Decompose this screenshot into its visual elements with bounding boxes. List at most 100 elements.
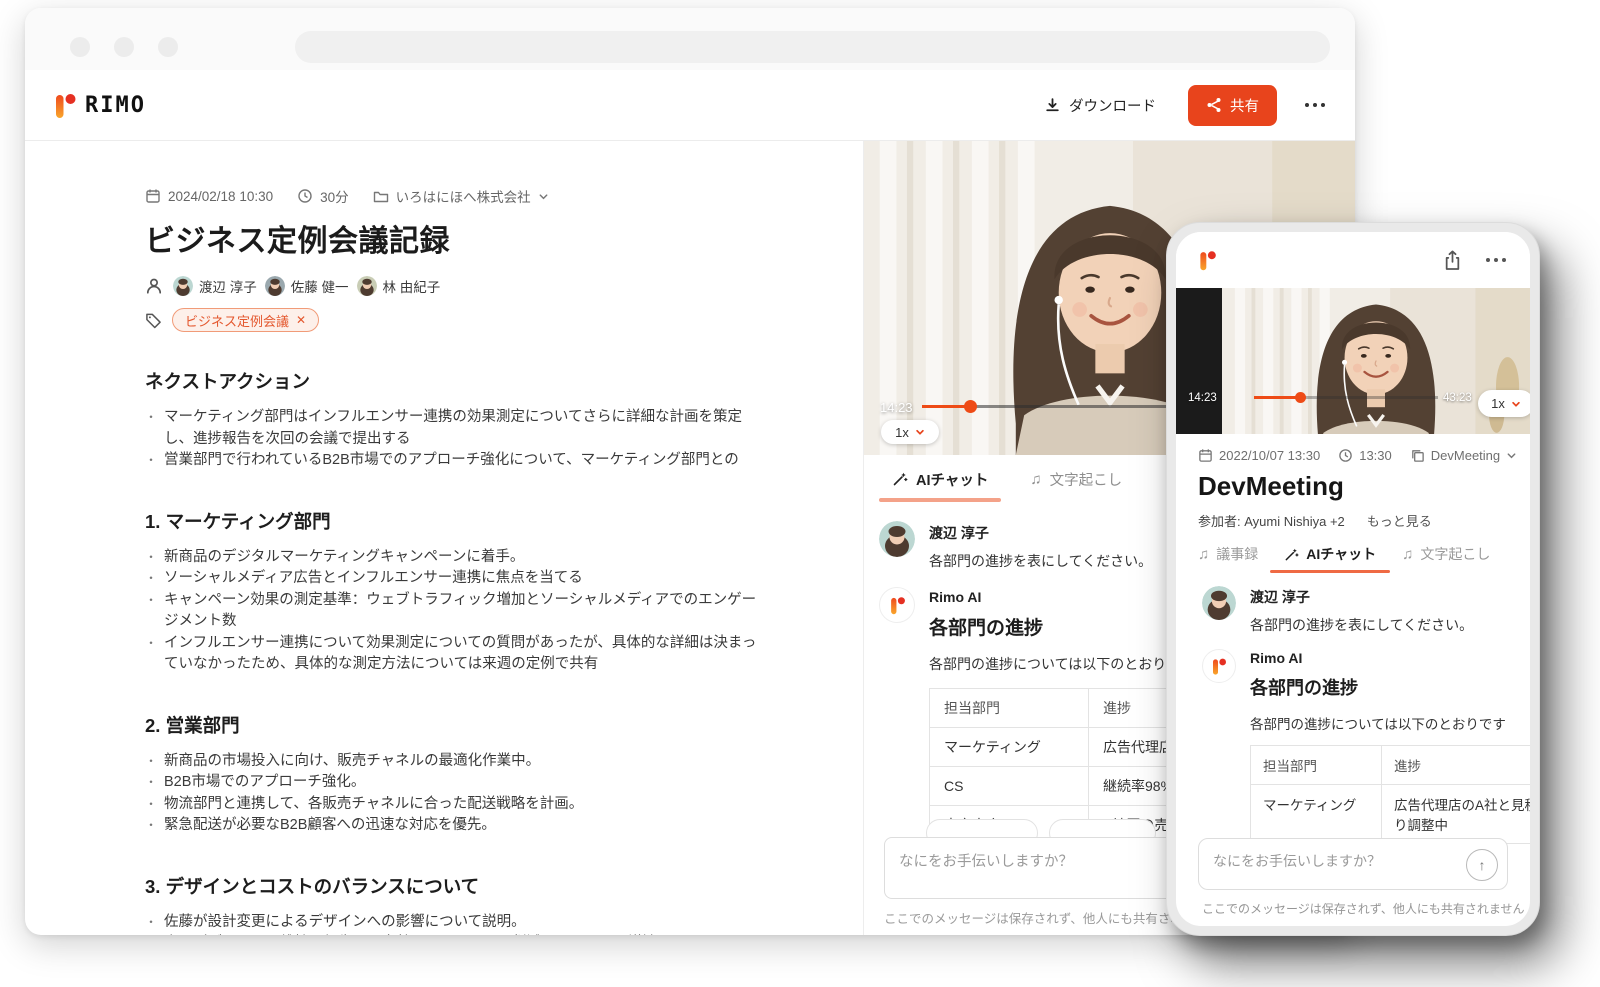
show-more-link[interactable]: もっと見る: [1367, 511, 1432, 530]
participant-name: 林 由紀子: [383, 276, 441, 296]
progress-fill: [1254, 396, 1300, 399]
music-note-icon: ♫: [1198, 547, 1209, 562]
section-heading: ネクストアクション: [145, 368, 760, 394]
table-header-cell: 進捗: [1382, 746, 1531, 785]
app-header: RIMO ダウンロード: [25, 70, 1355, 141]
section-heading: 2. 営業部門: [145, 712, 760, 738]
speed-value: 1x: [1491, 396, 1505, 411]
avatar: [265, 276, 285, 296]
playback-time: 14:23: [880, 400, 913, 415]
tag-icon: [145, 312, 162, 329]
speed-value: 1x: [895, 425, 909, 440]
magic-wand-icon: [892, 471, 908, 487]
chevron-down-icon[interactable]: [538, 191, 549, 202]
meeting-org[interactable]: いろはにほへ株式会社: [396, 186, 531, 206]
download-icon: [1044, 97, 1061, 114]
bullet-item: 山田がデザインの維持を優先する方針を示し、コスト削減のバランスを議論。: [145, 933, 760, 935]
bullet-list: 新商品のデジタルマーケティングキャンペーンに着手。ソーシャルメディア広告とインフ…: [145, 547, 760, 676]
tag-remove-icon[interactable]: ✕: [296, 313, 306, 327]
rimo-ai-avatar: [879, 587, 915, 623]
table-row: マーケティング 広告代理店のA社と見積もり調整中: [1251, 785, 1531, 844]
progress-fill: [922, 405, 970, 408]
person-icon: [145, 277, 163, 295]
mobile-device: 14:23 43:23 1x: [1166, 222, 1540, 936]
playback-speed-button[interactable]: 1x: [881, 420, 939, 444]
page-title: ビジネス定例会議記録: [145, 216, 760, 260]
clock-icon: [1338, 448, 1353, 463]
playback-speed-button[interactable]: 1x: [1478, 390, 1530, 417]
bullet-item: キャンペーン効果の測定基準：ウェブトラフィック増加とソーシャルメディアでのエンゲ…: [145, 590, 760, 633]
more-menu-button[interactable]: [1484, 252, 1508, 268]
message-author: 渡辺 淳子: [1250, 587, 1473, 607]
meeting-duration: 30分: [320, 186, 349, 206]
share-ios-icon[interactable]: [1443, 250, 1462, 271]
calendar-icon: [145, 188, 161, 204]
tab-label: AIチャット: [1306, 544, 1376, 564]
tab-transcript[interactable]: ♫ 文字起こし: [1402, 544, 1490, 564]
bullet-item: インフルエンサー連携について効果測定についての質問があったが、具体的な詳細は決ま…: [145, 633, 760, 676]
rimo-logo-icon[interactable]: [1198, 248, 1217, 272]
more-menu-button[interactable]: [1303, 97, 1327, 113]
bullet-item: ソーシャルメディア広告とインフルエンサー連携に焦点を当てる: [145, 568, 760, 590]
tab-label: 文字起こし: [1420, 544, 1490, 564]
table-cell: CS: [930, 767, 1089, 806]
document-section: 2. 営業部門 新商品の市場投入に向け、販売チャネルの最適化作業中。B2B市場で…: [145, 712, 760, 837]
window-control-dot[interactable]: [158, 37, 178, 57]
tab-ai-chat[interactable]: AIチャット: [892, 469, 988, 490]
table-body: マーケティング 広告代理店のA社と見積もり調整中: [1251, 785, 1531, 844]
page: RIMO ダウンロード: [0, 0, 1600, 987]
document-section: 1. マーケティング部門 新商品のデジタルマーケティングキャンペーンに着手。ソー…: [145, 508, 760, 676]
bullet-item: 新商品の市場投入に向け、販売チャネルの最適化作業中。: [145, 751, 760, 773]
rimo-logo-icon: [53, 90, 77, 120]
playback-time: 14:23: [1188, 392, 1217, 404]
tag-pill[interactable]: ビジネス定例会議 ✕: [172, 308, 319, 332]
bullet-list: 佐藤が設計変更によるデザインへの影響について説明。山田がデザインの維持を優先する…: [145, 912, 760, 936]
rimo-logo[interactable]: RIMO: [53, 90, 146, 120]
header-actions: ダウンロード 共有: [1038, 85, 1327, 126]
clock-icon: [297, 188, 313, 204]
mobile-tabbar: ♫ 議事録 AIチャット ♫ 文字起: [1198, 544, 1530, 564]
message-author: 渡辺 淳子: [929, 523, 1152, 543]
window-control-dot[interactable]: [114, 37, 134, 57]
document-sections: ネクストアクション マーケティング部門はインフルエンサー連携の効果測定についてさ…: [145, 368, 760, 935]
bullet-item: 新商品のデジタルマーケティングキャンペーンに着手。: [145, 547, 760, 569]
progress-table: 担当部門 進捗 マーケティング 広告代理店のA社と見: [1250, 745, 1530, 843]
participant-chip[interactable]: 林 由紀子: [357, 276, 441, 296]
total-time: 43:23: [1443, 392, 1472, 404]
tab-ai-chat[interactable]: AIチャット: [1284, 544, 1376, 564]
document-section: 3. デザインとコストのバランスについて 佐藤が設計変更によるデザインへの影響に…: [145, 873, 760, 936]
participants-list: 渡辺 淳子 佐藤 健一: [173, 276, 448, 296]
brand-name: RIMO: [85, 93, 146, 118]
participant-chip[interactable]: 渡辺 淳子: [173, 276, 257, 296]
meeting-duration: 13:30: [1359, 448, 1392, 463]
chat-message-ai: Rimo AI 各部門の進捗 各部門の進捗については以下のとおりです 担当部門 …: [1202, 649, 1530, 856]
tag-row: ビジネス定例会議 ✕: [145, 308, 760, 332]
download-button[interactable]: ダウンロード: [1038, 94, 1162, 117]
chat-message-user: 渡辺 淳子 各部門の進捗を表にしてください。: [1202, 586, 1530, 635]
calendar-icon: [1198, 448, 1213, 463]
meeting-date: 2024/02/18 10:30: [168, 189, 273, 204]
tab-label: 文字起こし: [1050, 469, 1123, 490]
meeting-date: 2022/10/07 13:30: [1219, 448, 1320, 463]
browser-url-bar[interactable]: [295, 31, 1330, 63]
tab-minutes[interactable]: ♫ 議事録: [1198, 544, 1258, 564]
mobile-screen: 14:23 43:23 1x: [1176, 232, 1530, 926]
mobile-video-player[interactable]: 14:23 43:23 1x: [1176, 288, 1530, 434]
page-title: DevMeeting: [1198, 471, 1530, 502]
ai-answer-heading: 各部門の進捗: [1250, 674, 1530, 700]
meeting-org[interactable]: DevMeeting: [1431, 448, 1500, 463]
meeting-meta: 2024/02/18 10:30 30分 いろはにほへ株式会社: [145, 186, 760, 206]
chevron-down-icon[interactable]: [1506, 450, 1517, 461]
tab-transcript[interactable]: ♫ 文字起こし: [1030, 469, 1122, 490]
send-button[interactable]: ↑: [1466, 849, 1498, 881]
participant-chip[interactable]: 佐藤 健一: [265, 276, 349, 296]
share-button[interactable]: 共有: [1188, 85, 1277, 126]
chat-input[interactable]: [1198, 838, 1508, 890]
participants-row: 参加者: Ayumi Nishiya +2 もっと見る: [1198, 511, 1530, 530]
progress-handle[interactable]: [1295, 392, 1306, 403]
folder-icon: [373, 188, 389, 204]
download-label: ダウンロード: [1069, 95, 1156, 116]
progress-handle[interactable]: [964, 400, 977, 413]
bullet-list: マーケティング部門はインフルエンサー連携の効果測定についてさらに詳細な計画を策定…: [145, 407, 760, 472]
window-control-dot[interactable]: [70, 37, 90, 57]
